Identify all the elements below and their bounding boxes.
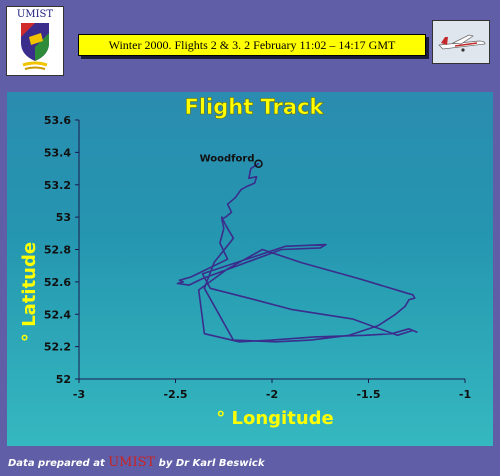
- footer-prefix: Data prepared at: [8, 458, 105, 469]
- flight-title-banner: Winter 2000. Flights 2 & 3. 2 February 1…: [78, 34, 426, 56]
- y-tick-label: 53: [56, 211, 71, 224]
- footer-suffix: by Dr Karl Beswick: [158, 458, 265, 469]
- y-tick-label: 52.4: [44, 308, 71, 321]
- x-tick-label: -1: [459, 388, 471, 401]
- aircraft-image: [432, 20, 490, 64]
- x-tick-label: -1.5: [356, 388, 380, 401]
- chart-panel: Flight Track 52 52.2 52.4 52.6 52.8 53 53.2 53.…: [7, 92, 493, 446]
- y-tick-label: 52.6: [44, 276, 71, 289]
- y-tick-label: 53.2: [44, 179, 71, 192]
- flight-track-chart: Flight Track 52 52.2 52.4 52.6 52.8 53 53.2 53.…: [19, 95, 471, 429]
- shield-icon: [21, 23, 49, 70]
- y-tick-label: 52: [56, 373, 71, 386]
- x-axis-label: ° Longitude: [216, 408, 333, 429]
- aircraft-icon: [433, 21, 489, 63]
- y-tick-label: 52.8: [44, 244, 71, 257]
- y-tick-label: 52.2: [44, 341, 71, 354]
- footer-brand: UMIST: [108, 455, 156, 470]
- x-tick-label: -2.5: [163, 388, 187, 401]
- x-tick-label: -2: [266, 388, 278, 401]
- chart-title: Flight Track: [184, 95, 324, 119]
- umist-logo: UMIST: [6, 6, 64, 76]
- woodford-label: Woodford: [200, 154, 255, 165]
- x-tick-label: -3: [73, 388, 85, 401]
- y-tick-label: 53.6: [44, 114, 71, 127]
- flight-track-line: [176, 162, 418, 343]
- y-axis-label: ° Latitude: [19, 242, 40, 342]
- footer-credit: Data prepared at UMIST by Dr Karl Beswic…: [8, 455, 488, 473]
- y-tick-label: 53.4: [44, 146, 71, 159]
